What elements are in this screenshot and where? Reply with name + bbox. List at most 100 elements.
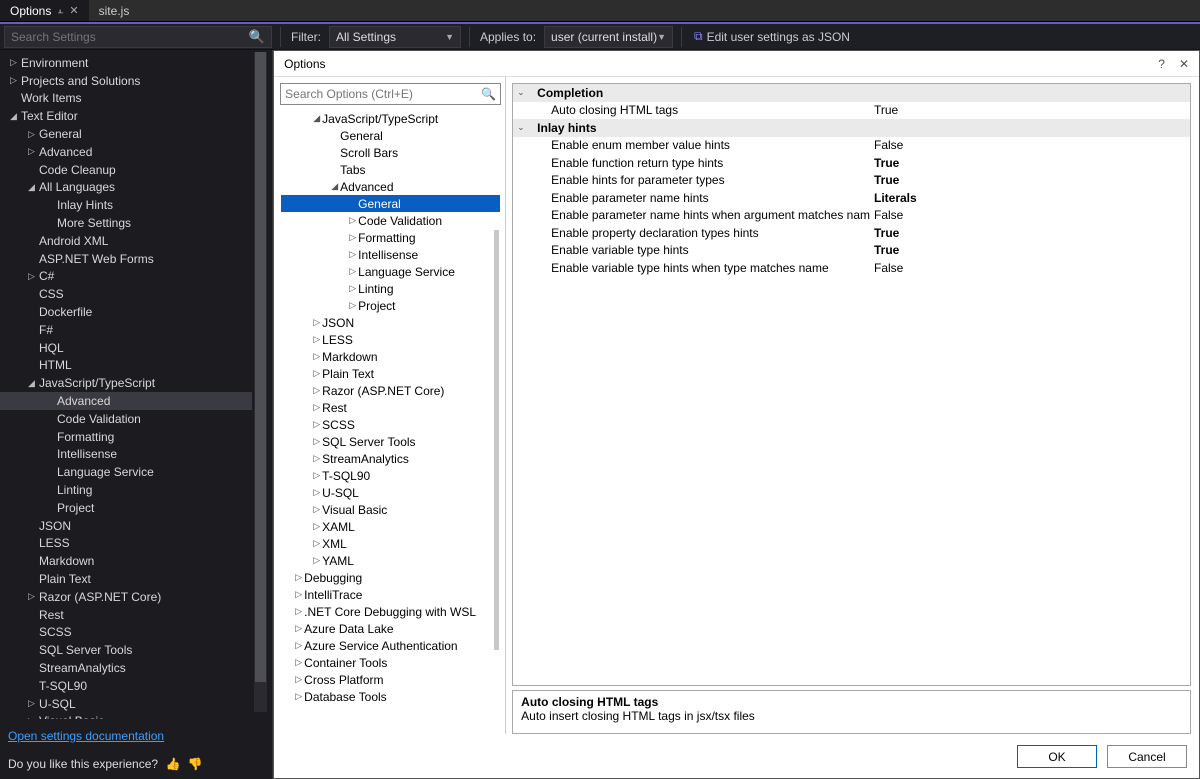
options-tree-item[interactable]: ◢JavaScript/TypeScript: [281, 110, 500, 127]
sidebar-item[interactable]: Code Cleanup: [0, 161, 252, 179]
expand-icon[interactable]: ▷: [26, 716, 37, 719]
options-tree[interactable]: ◢JavaScript/TypeScriptGeneralScroll Bars…: [280, 109, 501, 728]
property-category[interactable]: ⌄Completion: [513, 84, 1190, 102]
expand-icon[interactable]: ▷: [293, 674, 304, 685]
edit-json-link[interactable]: ⧉ Edit user settings as JSON: [690, 29, 854, 44]
sidebar-item[interactable]: More Settings: [0, 214, 252, 232]
sidebar-item[interactable]: ▷General: [0, 125, 252, 143]
expand-icon[interactable]: ▷: [293, 623, 304, 634]
options-tree-item[interactable]: ▷SQL Server Tools: [281, 433, 500, 450]
sidebar-item[interactable]: ◢All Languages: [0, 179, 252, 197]
sidebar-item[interactable]: ◢JavaScript/TypeScript: [0, 374, 252, 392]
options-tree-item[interactable]: ▷Code Validation: [281, 212, 500, 229]
expand-icon[interactable]: ▷: [347, 283, 358, 294]
expand-icon[interactable]: ◢: [26, 182, 37, 193]
options-tree-item[interactable]: General: [281, 127, 500, 144]
tab-sitejs[interactable]: site.js: [89, 0, 140, 21]
scrollbar[interactable]: [254, 52, 267, 712]
expand-icon[interactable]: ▷: [311, 487, 322, 498]
help-icon[interactable]: ?: [1158, 57, 1165, 71]
property-row[interactable]: Enable enum member value hintsFalse: [513, 137, 1190, 155]
expand-icon[interactable]: ▷: [26, 591, 37, 602]
expand-icon[interactable]: ▷: [26, 698, 37, 709]
options-tree-item[interactable]: ▷YAML: [281, 552, 500, 569]
options-tree-item[interactable]: General: [281, 195, 500, 212]
expand-icon[interactable]: ▷: [347, 266, 358, 277]
options-tree-item[interactable]: Scroll Bars: [281, 144, 500, 161]
options-tree-item[interactable]: ▷StreamAnalytics: [281, 450, 500, 467]
expand-icon[interactable]: ▷: [311, 436, 322, 447]
property-value[interactable]: True: [870, 243, 1190, 257]
options-tree-item[interactable]: ▷JSON: [281, 314, 500, 331]
sidebar-item[interactable]: Markdown: [0, 552, 252, 570]
sidebar-item[interactable]: Formatting: [0, 428, 252, 446]
ok-button[interactable]: OK: [1017, 745, 1097, 768]
sidebar-item[interactable]: Language Service: [0, 463, 252, 481]
sidebar-item[interactable]: ▷Projects and Solutions: [0, 72, 252, 90]
thumbs-up-icon[interactable]: 👍: [165, 757, 180, 771]
thumbs-down-icon[interactable]: 👎: [188, 757, 203, 771]
sidebar-item[interactable]: ◢Text Editor: [0, 107, 252, 125]
sidebar-item[interactable]: Plain Text: [0, 570, 252, 588]
expand-icon[interactable]: ◢: [311, 113, 322, 124]
settings-doc-link[interactable]: Open settings documentation: [8, 729, 164, 743]
options-tree-item[interactable]: ▷Markdown: [281, 348, 500, 365]
options-tree-item[interactable]: Tabs: [281, 161, 500, 178]
search-settings-input[interactable]: 🔍: [4, 26, 272, 48]
property-value[interactable]: True: [870, 156, 1190, 170]
expand-icon[interactable]: ▷: [311, 453, 322, 464]
expand-icon[interactable]: ▷: [311, 470, 322, 481]
expand-icon[interactable]: ▷: [26, 146, 37, 157]
sidebar-item[interactable]: Code Validation: [0, 410, 252, 428]
expand-icon[interactable]: ▷: [293, 589, 304, 600]
sidebar-item[interactable]: CSS: [0, 285, 252, 303]
sidebar-item[interactable]: ▷Environment: [0, 54, 252, 72]
sidebar-item[interactable]: StreamAnalytics: [0, 659, 252, 677]
expand-icon[interactable]: ▷: [26, 271, 37, 282]
expand-icon[interactable]: ▷: [311, 351, 322, 362]
expand-icon[interactable]: ▷: [347, 215, 358, 226]
scrollbar-thumb[interactable]: [255, 52, 266, 682]
settings-tree[interactable]: ▷Environment▷Projects and SolutionsWork …: [0, 50, 252, 719]
options-search-input[interactable]: 🔍: [280, 83, 501, 105]
property-row[interactable]: Enable variable type hintsTrue: [513, 242, 1190, 260]
expand-icon[interactable]: ▷: [311, 419, 322, 430]
sidebar-item[interactable]: T-SQL90: [0, 677, 252, 695]
sidebar-item[interactable]: ▷Advanced: [0, 143, 252, 161]
options-tree-item[interactable]: ▷Plain Text: [281, 365, 500, 382]
property-value[interactable]: True: [870, 173, 1190, 187]
sidebar-item[interactable]: Android XML: [0, 232, 252, 250]
sidebar-item[interactable]: HQL: [0, 339, 252, 357]
pin-icon[interactable]: ⫠: [57, 5, 63, 16]
property-value[interactable]: False: [870, 138, 1190, 152]
options-tree-item[interactable]: ▷Rest: [281, 399, 500, 416]
sidebar-item[interactable]: HTML: [0, 357, 252, 375]
options-tree-item[interactable]: ◢Advanced: [281, 178, 500, 195]
expand-icon[interactable]: ▷: [293, 640, 304, 651]
expand-icon[interactable]: ▷: [311, 317, 322, 328]
close-icon[interactable]: ✕: [1179, 57, 1189, 71]
sidebar-item[interactable]: ▷U-SQL: [0, 695, 252, 713]
expand-icon[interactable]: ▷: [311, 368, 322, 379]
property-row[interactable]: Enable parameter name hints when argumen…: [513, 207, 1190, 225]
sidebar-item[interactable]: Advanced: [0, 392, 252, 410]
expand-icon[interactable]: ▷: [311, 334, 322, 345]
options-tree-item[interactable]: ▷LESS: [281, 331, 500, 348]
sidebar-item[interactable]: Project: [0, 499, 252, 517]
options-tree-item[interactable]: ▷Formatting: [281, 229, 500, 246]
expand-icon[interactable]: ▷: [293, 606, 304, 617]
options-tree-item[interactable]: ▷Language Service: [281, 263, 500, 280]
expand-icon[interactable]: ▷: [293, 691, 304, 702]
expand-icon[interactable]: ▷: [311, 504, 322, 515]
options-tree-item[interactable]: ▷.NET Core Debugging with WSL: [281, 603, 500, 620]
cancel-button[interactable]: Cancel: [1107, 745, 1187, 768]
options-tree-item[interactable]: ▷XML: [281, 535, 500, 552]
property-row[interactable]: Enable function return type hintsTrue: [513, 154, 1190, 172]
options-tree-item[interactable]: ▷Intellisense: [281, 246, 500, 263]
options-tree-item[interactable]: ▷Linting: [281, 280, 500, 297]
applies-combo[interactable]: user (current install) ▼: [544, 26, 673, 48]
scrollbar[interactable]: [494, 230, 499, 650]
sidebar-item[interactable]: F#: [0, 321, 252, 339]
options-tree-item[interactable]: ▷Database Tools: [281, 688, 500, 705]
expand-icon[interactable]: ▷: [293, 657, 304, 668]
